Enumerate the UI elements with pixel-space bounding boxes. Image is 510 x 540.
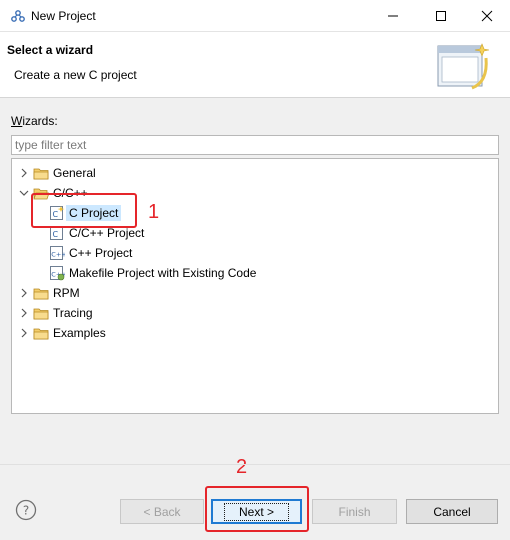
close-button[interactable] — [464, 0, 510, 32]
eclipse-app-icon — [11, 10, 25, 22]
tree-item-rpm[interactable]: RPM — [12, 283, 498, 303]
svg-text:C: C — [53, 230, 59, 239]
wizard-banner-icon — [437, 43, 490, 90]
folder-icon — [33, 168, 49, 180]
minimize-icon — [388, 15, 398, 17]
cancel-button[interactable]: Cancel — [406, 499, 498, 524]
banner-title: Select a wizard — [7, 43, 94, 57]
tree-item-general[interactable]: General — [12, 163, 498, 183]
annotation-box-step1 — [31, 193, 137, 228]
cpp-project-icon: C++ — [50, 246, 65, 260]
filter-input[interactable] — [11, 135, 499, 155]
annotation-box-step2 — [205, 486, 309, 532]
chevron-right-icon[interactable] — [19, 288, 29, 298]
tree-item-label: C++ Project — [69, 246, 133, 260]
maximize-icon — [436, 11, 446, 21]
tree-item-label: Makefile Project with Existing Code — [69, 266, 257, 280]
finish-button[interactable]: Finish — [312, 499, 397, 524]
title-bar: New Project — [0, 0, 510, 32]
back-button[interactable]: < Back — [120, 499, 204, 524]
tree-item-tracing[interactable]: Tracing — [12, 303, 498, 323]
banner-description: Create a new C project — [14, 68, 137, 82]
tree-item-label: Examples — [53, 326, 106, 340]
makefile-project-icon: C++ — [50, 266, 65, 281]
folder-icon — [33, 288, 49, 300]
chevron-down-icon[interactable] — [19, 188, 29, 198]
help-icon[interactable]: ? — [15, 499, 37, 521]
wizards-label: Wizards: — [11, 114, 58, 128]
folder-icon — [33, 328, 49, 340]
tree-item-label: General — [53, 166, 96, 180]
chevron-right-icon[interactable] — [19, 328, 29, 338]
close-icon — [481, 10, 493, 22]
tree-item-cpp-project[interactable]: C++ C++ Project — [12, 243, 498, 263]
annotation-number-step2: 2 — [236, 456, 248, 478]
chevron-right-icon[interactable] — [19, 308, 29, 318]
maximize-button[interactable] — [418, 0, 464, 32]
tree-item-examples[interactable]: Examples — [12, 323, 498, 343]
svg-text:C++: C++ — [51, 251, 65, 259]
footer-separator — [0, 464, 510, 465]
chevron-right-icon[interactable] — [19, 168, 29, 178]
wizard-banner: Select a wizard Create a new C project — [0, 32, 510, 98]
tree-item-label: Tracing — [53, 306, 93, 320]
tree-item-makefile-project[interactable]: C++ Makefile Project with Existing Code — [12, 263, 498, 283]
minimize-button[interactable] — [370, 0, 416, 32]
svg-text:?: ? — [23, 504, 29, 518]
window-title: New Project — [31, 9, 96, 23]
tree-item-label: RPM — [53, 286, 80, 300]
annotation-number-step1: 1 — [148, 201, 160, 223]
folder-icon — [33, 308, 49, 320]
